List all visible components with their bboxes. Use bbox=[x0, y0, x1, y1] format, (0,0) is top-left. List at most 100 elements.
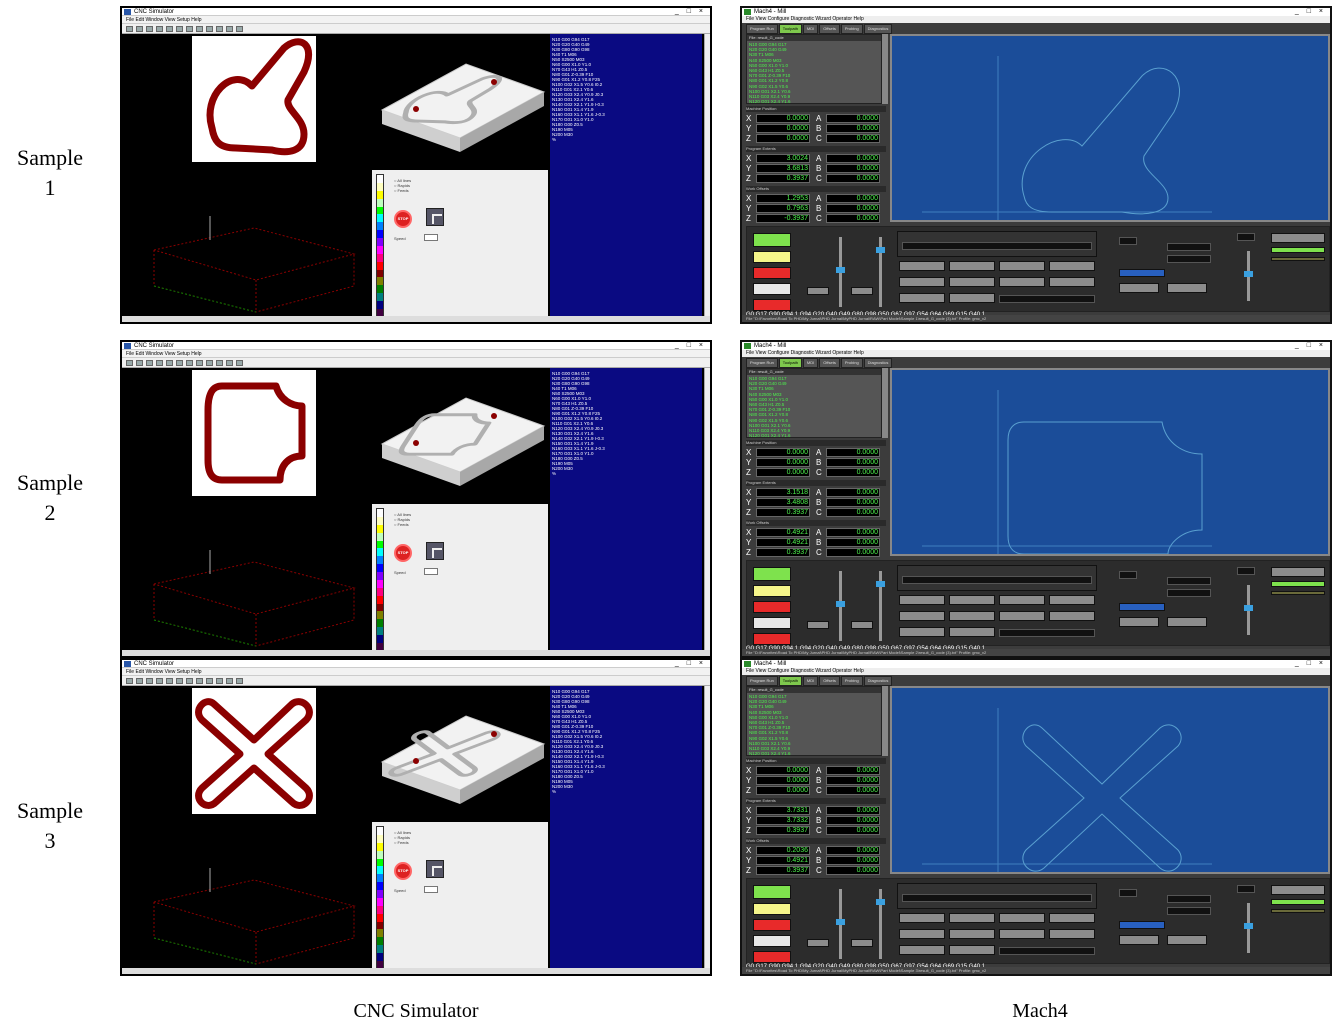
sim-menubar[interactable]: File Edit Window View Setup Help bbox=[122, 350, 710, 358]
rapid-rate-slider[interactable] bbox=[876, 571, 885, 641]
toolbar-icon[interactable] bbox=[206, 360, 213, 366]
toolbar-icon[interactable] bbox=[146, 26, 153, 32]
toolbar-icon[interactable] bbox=[166, 678, 173, 684]
gcode-scrollbar[interactable] bbox=[882, 34, 888, 104]
feed-rate-slider[interactable] bbox=[836, 889, 845, 959]
feed-hold-button[interactable] bbox=[753, 251, 791, 263]
toolpath-button[interactable] bbox=[949, 929, 995, 939]
cycle-start-button[interactable] bbox=[753, 567, 791, 581]
toolpath-button[interactable] bbox=[949, 595, 995, 605]
toolbar-icon[interactable] bbox=[166, 360, 173, 366]
tool-measure-button[interactable] bbox=[1167, 283, 1207, 293]
toolpath-button[interactable] bbox=[899, 929, 945, 939]
toolbar-icon[interactable] bbox=[146, 678, 153, 684]
toolpath-button[interactable] bbox=[1049, 261, 1095, 271]
stop-button[interactable]: STOP bbox=[394, 544, 412, 562]
toolbar-icon[interactable] bbox=[176, 360, 183, 366]
toolbar-icon[interactable] bbox=[216, 360, 223, 366]
toolbar-icon[interactable] bbox=[236, 678, 243, 684]
rapid-rate-slider[interactable] bbox=[876, 237, 885, 307]
mach-menubar[interactable]: File View Configure Diagnostic Wizard Op… bbox=[742, 668, 1330, 675]
toolbar-icon[interactable] bbox=[226, 678, 233, 684]
window-controls[interactable]: _ □ × bbox=[1295, 8, 1326, 16]
toolbar-icon[interactable] bbox=[136, 678, 143, 684]
window-controls[interactable]: _ □ × bbox=[675, 342, 706, 350]
toolbar-icon[interactable] bbox=[186, 26, 193, 32]
toolpath-button[interactable] bbox=[899, 945, 945, 955]
reset-button[interactable] bbox=[753, 935, 791, 947]
feed-reset-button[interactable] bbox=[807, 287, 829, 295]
feed-reset-button[interactable] bbox=[807, 939, 829, 947]
toolpath-button[interactable] bbox=[949, 627, 995, 637]
toolbar-icon[interactable] bbox=[176, 26, 183, 32]
tool-change-button[interactable] bbox=[1119, 617, 1159, 627]
reset-button[interactable] bbox=[753, 283, 791, 295]
spindle-slider[interactable] bbox=[1244, 903, 1253, 953]
tool-measure-button[interactable] bbox=[1167, 935, 1207, 945]
step-button[interactable] bbox=[426, 860, 444, 878]
spindle-cw-button[interactable] bbox=[1271, 567, 1325, 577]
rapid-reset-button[interactable] bbox=[851, 621, 873, 629]
view-options[interactable]: ○ All lines ○ Rapids ○ Feeds bbox=[394, 830, 411, 845]
toolpath-button[interactable] bbox=[949, 261, 995, 271]
toolpath-button[interactable] bbox=[899, 913, 945, 923]
toolpath-button[interactable] bbox=[899, 293, 945, 303]
toolbar-icon[interactable] bbox=[186, 678, 193, 684]
toolbar-icon[interactable] bbox=[206, 678, 213, 684]
scrollbar[interactable] bbox=[704, 368, 710, 654]
mach-tabs[interactable]: Program Run Toolpath MDI Offsets Probing Diag… bbox=[746, 24, 893, 34]
toolpath-button[interactable] bbox=[899, 611, 945, 621]
toolbar-icon[interactable] bbox=[136, 360, 143, 366]
toolpath-button[interactable] bbox=[949, 945, 995, 955]
gcode-scrollbar[interactable] bbox=[882, 368, 888, 438]
feed-rate-slider[interactable] bbox=[836, 571, 845, 641]
rapid-reset-button[interactable] bbox=[851, 939, 873, 947]
toolbar-icon[interactable] bbox=[206, 26, 213, 32]
scrollbar[interactable] bbox=[704, 34, 710, 320]
toolpath-button[interactable] bbox=[899, 627, 945, 637]
window-controls[interactable]: _ □ × bbox=[1295, 660, 1326, 668]
gcode-scrollbar[interactable] bbox=[882, 686, 888, 756]
tool-change-button[interactable] bbox=[1119, 283, 1159, 293]
window-controls[interactable]: _ □ × bbox=[675, 8, 706, 16]
rapid-reset-button[interactable] bbox=[851, 287, 873, 295]
toolpath-button[interactable] bbox=[1049, 611, 1095, 621]
estop-button[interactable] bbox=[753, 951, 791, 963]
view-options[interactable]: ○ All lines ○ Rapids ○ Feeds bbox=[394, 178, 411, 193]
toolbar-icon[interactable] bbox=[236, 26, 243, 32]
toolbar-icon[interactable] bbox=[156, 26, 163, 32]
toolbar-icon[interactable] bbox=[236, 360, 243, 366]
toolbar-icon[interactable] bbox=[196, 26, 203, 32]
mach-menubar[interactable]: File View Configure Diagnostic Wizard Op… bbox=[742, 16, 1330, 23]
speed-button[interactable] bbox=[424, 886, 438, 893]
speed-button[interactable] bbox=[424, 234, 438, 241]
estop-button[interactable] bbox=[753, 633, 791, 645]
sim-menubar[interactable]: File Edit Window View Setup Help bbox=[122, 16, 710, 24]
estop-button[interactable] bbox=[753, 299, 791, 311]
step-button[interactable] bbox=[426, 208, 444, 226]
scrollbar[interactable] bbox=[704, 686, 710, 972]
toolbar-icon[interactable] bbox=[156, 678, 163, 684]
reset-button[interactable] bbox=[753, 617, 791, 629]
toolbar-icon[interactable] bbox=[226, 26, 233, 32]
feed-hold-button[interactable] bbox=[753, 585, 791, 597]
spindle-slider[interactable] bbox=[1244, 585, 1253, 635]
spindle-slider[interactable] bbox=[1244, 251, 1253, 301]
tool-change-button[interactable] bbox=[1119, 935, 1159, 945]
toolpath-button[interactable] bbox=[949, 293, 995, 303]
toolbar-icon[interactable] bbox=[216, 678, 223, 684]
toolbar-icon[interactable] bbox=[186, 360, 193, 366]
tool-buttons[interactable] bbox=[1119, 269, 1165, 277]
toolbar-icon[interactable] bbox=[136, 26, 143, 32]
stop-button[interactable]: STOP bbox=[394, 862, 412, 880]
toolpath-button[interactable] bbox=[999, 611, 1045, 621]
toolbar-icon[interactable] bbox=[176, 678, 183, 684]
tool-measure-button[interactable] bbox=[1167, 617, 1207, 627]
toolpath-button[interactable] bbox=[1049, 595, 1095, 605]
toolpath-button[interactable] bbox=[899, 277, 945, 287]
stop-button[interactable] bbox=[753, 601, 791, 613]
stop-button[interactable]: STOP bbox=[394, 210, 412, 228]
tool-buttons[interactable] bbox=[1119, 603, 1165, 611]
toolpath-button[interactable] bbox=[999, 913, 1045, 923]
tool-buttons[interactable] bbox=[1119, 921, 1165, 929]
